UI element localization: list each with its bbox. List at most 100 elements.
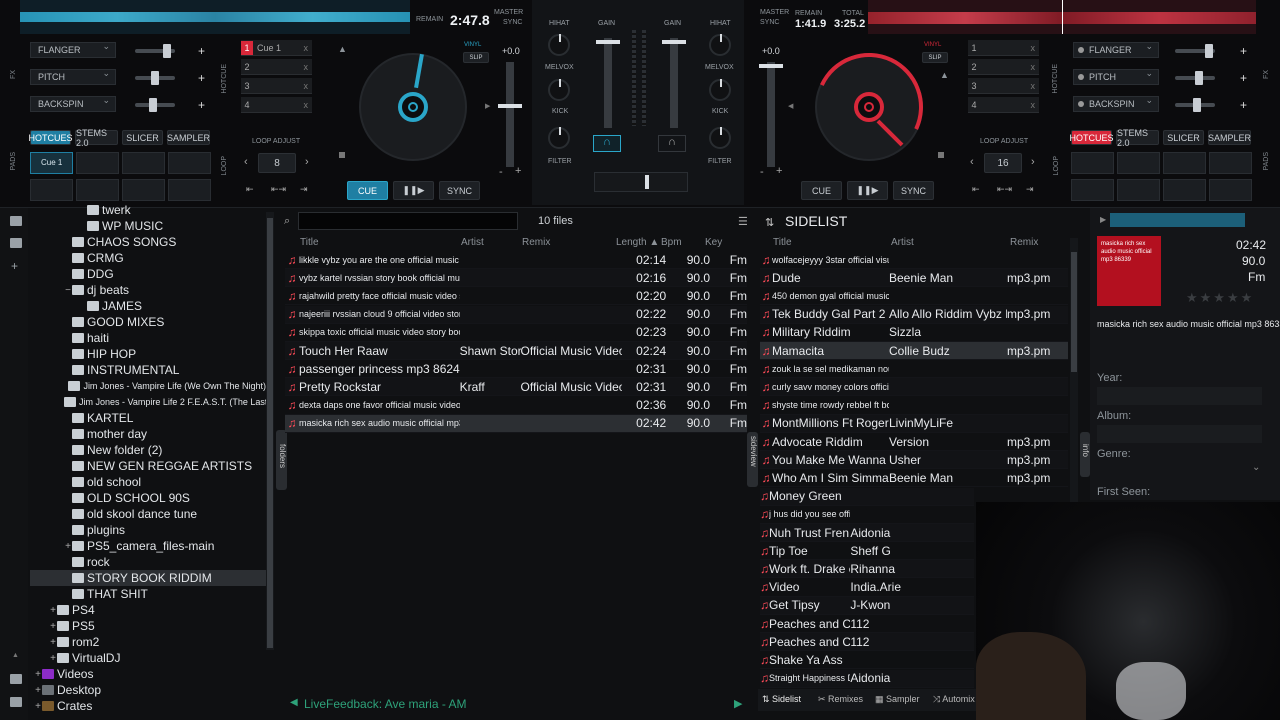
folder-item[interactable]: − dj beats — [30, 282, 266, 298]
right-fx3-power-icon[interactable] — [1078, 101, 1084, 107]
right-fx2-power-icon[interactable] — [1078, 74, 1084, 80]
browser-info-icon[interactable] — [10, 674, 22, 684]
right-fx2-slider[interactable] — [1175, 71, 1215, 85]
left-fx2-add-button[interactable]: + — [198, 71, 205, 85]
right-fx3-add-button[interactable]: + — [1240, 98, 1247, 112]
left-play-button[interactable]: ❚❚▶ — [393, 181, 434, 200]
folder-tree-scrollbar[interactable] — [266, 212, 274, 650]
crossfader[interactable] — [594, 172, 688, 192]
search-input[interactable] — [298, 212, 518, 230]
mixer-hihat-left-knob[interactable] — [548, 34, 570, 56]
track-row[interactable]: ♫ dexta daps one favor official music vid… — [285, 397, 747, 415]
right-tab-stems[interactable]: STEMS 2.0 — [1116, 128, 1159, 148]
sidelist-row[interactable]: ♫ Tip Toe Sheff G — [760, 542, 974, 561]
folder-item[interactable]: + rom2 — [30, 634, 266, 650]
left-fx-backspin[interactable]: BACKSPIN — [30, 95, 116, 112]
right-fx3-slider[interactable] — [1175, 98, 1215, 112]
right-tab-sampler[interactable]: SAMPLER — [1208, 130, 1251, 145]
right-hotcue-2[interactable]: 2x — [968, 59, 1039, 75]
track-row[interactable]: ♫ vybz kartel rvssian story book official… — [285, 269, 747, 288]
left-pad-1[interactable]: Cue 1 — [30, 152, 73, 174]
right-fx-backspin[interactable]: BACKSPIN — [1073, 95, 1159, 112]
sidelist-row[interactable]: ♫ Shake Ya Ass — [760, 651, 974, 670]
folder-item[interactable]: WP MUSIC — [30, 218, 266, 234]
headphone-right-icon[interactable]: ∩ — [658, 135, 686, 152]
sidelist-row[interactable]: ♫j hus did you see official video... — [760, 506, 974, 524]
left-tab-stems[interactable]: STEMS 2.0 — [75, 128, 118, 148]
left-pad-2[interactable] — [76, 152, 119, 174]
track-row[interactable]: ♫ najeeriii rvssian cloud 9 official vide… — [285, 305, 747, 324]
right-loop-in-icon[interactable]: ⇤ — [972, 184, 980, 195]
header-artist[interactable]: Artist — [461, 237, 484, 248]
browser-view-icon[interactable] — [10, 697, 22, 707]
folder-item[interactable]: twerk — [30, 203, 266, 218]
sidelist-row[interactable]: ♫ Mamacita Collie Budz mp3.pm — [760, 342, 1068, 360]
sideview-tab[interactable]: sideview — [747, 432, 758, 487]
folder-item[interactable]: INSTRUMENTAL — [30, 362, 266, 378]
right-play-button[interactable]: ❚❚▶ — [847, 181, 888, 200]
left-loop-value[interactable]: 8 — [258, 153, 296, 173]
info-tab[interactable]: info — [1080, 432, 1090, 477]
track-row[interactable]: ♫ rajahwild pretty face official music vi… — [285, 287, 747, 306]
livefeedback-text[interactable]: LiveFeedback: Ave maria - AM — [304, 697, 467, 711]
tab-remixes[interactable]: ✂ Remixes — [818, 694, 863, 705]
left-pitch-fader[interactable] — [498, 62, 522, 167]
sidelist-row[interactable]: ♫Work ft. Drake explicitRihanna — [760, 560, 974, 579]
left-hotcue-2[interactable]: 2x — [241, 59, 312, 75]
sidelist-row[interactable]: ♫Straight Happiness DHQ.su - m...Aidonia — [760, 669, 974, 688]
folder-item[interactable]: HIP HOP — [30, 346, 266, 362]
right-fx1-power-icon[interactable] — [1078, 47, 1084, 53]
folder-item[interactable]: NEW GEN REGGAE ARTISTS — [30, 458, 266, 474]
folder-item[interactable]: + PS5_camera_files-main — [30, 538, 266, 554]
folder-item[interactable]: THAT SHIT — [30, 586, 266, 602]
sidelist-row[interactable]: ♫ Video India.Arie — [760, 579, 974, 597]
mixer-filter-left-knob[interactable] — [548, 127, 570, 149]
left-cue-button[interactable]: CUE — [347, 181, 388, 200]
right-waveform[interactable] — [868, 0, 1256, 34]
sidelist-row[interactable]: ♫wolfacejeyyy 3star official visual... — [760, 251, 1068, 269]
left-fx2-slider[interactable] — [135, 71, 175, 85]
folder-item[interactable]: DDG — [30, 266, 266, 282]
folder-item[interactable]: STORY BOOK RIDDIM — [30, 570, 266, 586]
mixer-filter-right-knob[interactable] — [709, 127, 731, 149]
right-pad-1[interactable] — [1071, 152, 1114, 174]
folder-item[interactable]: old school — [30, 474, 266, 490]
header-remix[interactable]: Remix — [522, 237, 550, 248]
sidelist-row[interactable]: ♫Peaches and Cream112 — [760, 615, 974, 633]
left-loop-out-icon[interactable]: ⇥ — [300, 184, 308, 195]
right-eject-icon[interactable]: ▲ — [940, 70, 949, 80]
left-pad-5[interactable] — [30, 179, 73, 201]
left-loop-toggle-icon[interactable]: ⇤⇥ — [271, 184, 286, 195]
right-loop-toggle-icon[interactable]: ⇤⇥ — [997, 184, 1012, 195]
left-fx-pitch[interactable]: PITCH — [30, 68, 116, 85]
folder-item[interactable]: + VirtualDJ — [30, 650, 266, 666]
folder-item[interactable]: haiti — [30, 330, 266, 346]
info-play-icon[interactable]: ▶ — [1100, 215, 1106, 224]
right-sync-button[interactable]: SYNC — [893, 181, 934, 200]
sidelist-row[interactable]: ♫ Money Green — [760, 487, 974, 506]
right-pad-2[interactable] — [1117, 152, 1160, 174]
right-fx2-add-button[interactable]: + — [1240, 71, 1247, 85]
right-pad-6[interactable] — [1117, 179, 1160, 201]
track-row[interactable]: ♫ likkle vybz you are the one official mu… — [285, 251, 747, 269]
sidelist-header-remix[interactable]: Remix — [1010, 237, 1038, 248]
sidelist-row[interactable]: ♫ Military Riddim Sizzla — [760, 324, 1068, 342]
left-fx1-slider[interactable] — [135, 44, 175, 58]
sidelist-row[interactable]: ♫450 demon gyal official music vi... — [760, 287, 1068, 306]
info-genre-dropdown-icon[interactable]: ⌄ — [1252, 462, 1260, 473]
right-pad-8[interactable] — [1209, 179, 1252, 201]
right-slip-toggle[interactable]: SLIP — [922, 52, 948, 63]
sidelist-row[interactable]: ♫MontMillions Ft RogerDeeMLivinMyLiFe — [760, 414, 1068, 433]
folder-item[interactable]: + Crates — [30, 698, 266, 714]
sidelist-row[interactable]: ♫ Get Tipsy J-Kwon — [760, 596, 974, 615]
left-pad-4[interactable] — [168, 152, 211, 174]
mixer-melvox-right-knob[interactable] — [709, 79, 731, 101]
header-key[interactable]: Key — [705, 237, 722, 248]
left-vinyl-toggle[interactable]: VINYL — [464, 42, 481, 48]
right-pad-4[interactable] — [1209, 152, 1252, 174]
folder-item[interactable]: plugins — [30, 522, 266, 538]
right-pad-7[interactable] — [1163, 179, 1206, 201]
sidelist-row[interactable]: ♫shyste time rowdy rebbel ft bob... — [760, 397, 1068, 415]
folders-tab[interactable]: folders — [276, 430, 287, 490]
folder-expand-icon[interactable]: + — [34, 685, 42, 696]
